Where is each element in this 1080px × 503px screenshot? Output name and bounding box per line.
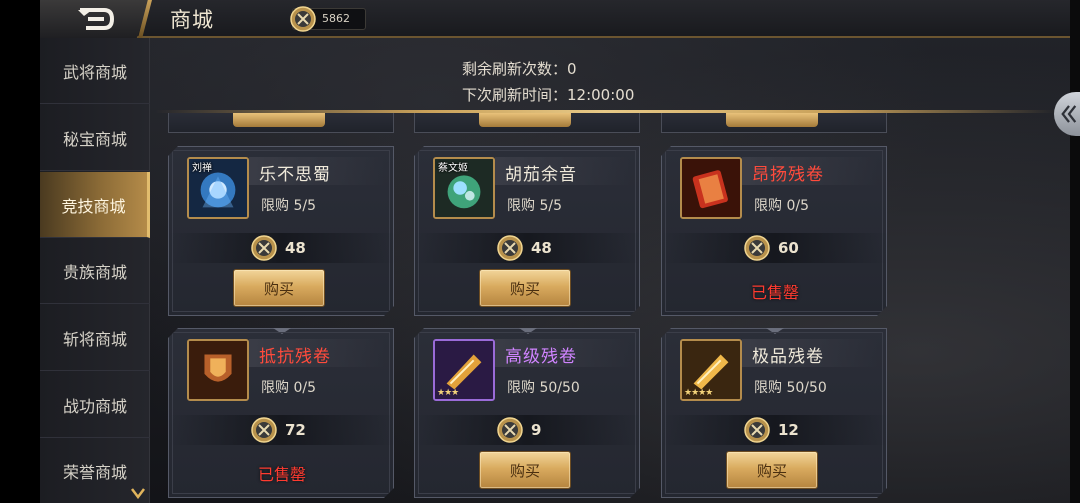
price-strip: [415, 415, 641, 445]
item-name: 高级残卷: [505, 347, 577, 367]
crossed-swords-coin-icon: [251, 417, 277, 443]
card-peek: [168, 113, 394, 133]
item-icon[interactable]: ★★★: [433, 339, 495, 401]
crossed-swords-coin-icon: [290, 6, 316, 32]
purchase-limit: 限购 0/5: [261, 380, 316, 396]
star-rating: ★★★: [437, 388, 459, 398]
price-strip: [662, 415, 888, 445]
back-button[interactable]: [40, 0, 150, 38]
purchase-limit: 限购 0/5: [754, 198, 809, 214]
item-name: 极品残卷: [752, 347, 824, 367]
sidebar-item-general-shop[interactable]: 武将商城: [40, 38, 150, 104]
red-scroll-icon: [682, 159, 740, 217]
sidebar-item-slay-shop[interactable]: 斩将商城: [40, 305, 150, 371]
sidebar-item-arena-shop[interactable]: 竞技商城: [40, 172, 150, 238]
shield-scroll-icon: [189, 341, 247, 399]
shop-item-card: 蔡文姬 胡茄余音 限购 5/5 48 购买: [414, 146, 640, 316]
refresh-next-time: 下次刷新时间：12:00:00: [462, 86, 635, 104]
item-icon[interactable]: ★★★★: [680, 339, 742, 401]
crossed-swords-coin-icon: [497, 235, 523, 261]
price-value: 48: [285, 239, 306, 257]
purchase-limit: 限购 50/50: [507, 380, 580, 396]
item-tag: 刘禅: [192, 163, 212, 174]
sidebar-item-noble-shop[interactable]: 贵族商城: [40, 238, 150, 304]
shop-item-card: ★★★ 高级残卷 限购 50/50 9 购买: [414, 328, 640, 498]
sidebar-item-label: 战功商城: [62, 396, 127, 416]
buy-button[interactable]: 购买: [233, 269, 325, 307]
item-icon[interactable]: [187, 339, 249, 401]
sidebar-item-merit-shop[interactable]: 战功商城: [40, 372, 150, 438]
buy-button-partial[interactable]: [726, 113, 818, 127]
refresh-info: 剩余刷新次数：0 下次刷新时间：12:00:00: [462, 56, 634, 108]
buy-button[interactable]: 购买: [726, 451, 818, 489]
sidebar-item-treasure-shop[interactable]: 秘宝商城: [40, 105, 150, 171]
item-tag: 蔡文姬: [438, 163, 468, 174]
back-arrow-icon: [78, 8, 115, 30]
crossed-swords-coin-icon: [251, 235, 277, 261]
shop-item-card: 抵抗残卷 限购 0/5 72 已售罄: [168, 328, 394, 498]
item-name: 昂扬残卷: [752, 165, 824, 185]
purchase-limit: 限购 5/5: [261, 198, 316, 214]
price-strip: [662, 233, 888, 263]
sidebar-item-label: 秘宝商城: [62, 129, 127, 149]
currency-value: 5862: [322, 12, 350, 25]
price-value: 60: [778, 239, 799, 257]
buy-button-partial[interactable]: [479, 113, 571, 127]
card-peek: [414, 113, 640, 133]
item-icon[interactable]: [680, 157, 742, 219]
double-chevron-left-icon: [1061, 105, 1077, 123]
purchase-limit: 限购 50/50: [754, 380, 827, 396]
page-title: 商城: [170, 8, 214, 32]
sidebar-item-label: 斩将商城: [62, 329, 127, 349]
buy-button-partial[interactable]: [233, 113, 325, 127]
sidebar-item-label: 荣誉商城: [62, 462, 127, 482]
price-value: 72: [285, 421, 306, 439]
price-value: 9: [531, 421, 542, 439]
item-name: 乐不思蜀: [259, 165, 331, 185]
card-peek: [661, 113, 887, 133]
shop-item-card: 昂扬残卷 限购 0/5 60 已售罄: [661, 146, 887, 316]
sold-out-label: 已售罄: [750, 283, 799, 302]
price-strip: [415, 233, 641, 263]
price-value: 12: [778, 421, 799, 439]
item-name: 胡茄余音: [505, 165, 577, 185]
buy-button[interactable]: 购买: [479, 269, 571, 307]
price-strip: [169, 233, 395, 263]
price-value: 48: [531, 239, 552, 257]
star-rating: ★★★★: [684, 388, 713, 398]
buy-button[interactable]: 购买: [479, 451, 571, 489]
shop-item-card: 刘禅 乐不思蜀 限购 5/5 48 购买: [168, 146, 394, 316]
crossed-swords-coin-icon: [497, 417, 523, 443]
refresh-remaining: 剩余刷新次数：0: [462, 60, 577, 78]
sidebar-item-label: 竞技商城: [61, 196, 126, 216]
crossed-swords-coin-icon: [744, 235, 770, 261]
item-name: 抵抗残卷: [259, 347, 331, 367]
price-strip: [169, 415, 395, 445]
chevron-down-icon[interactable]: [131, 487, 145, 499]
crossed-swords-coin-icon: [744, 417, 770, 443]
sidebar: 武将商城 秘宝商城 竞技商城 贵族商城 斩将商城 战功商城 荣誉商城: [40, 38, 150, 503]
sidebar-item-label: 贵族商城: [62, 262, 127, 282]
shop-item-card: ★★★★ 极品残卷 限购 50/50 12 购买: [661, 328, 887, 498]
purchase-limit: 限购 5/5: [507, 198, 562, 214]
item-icon[interactable]: 蔡文姬: [433, 157, 495, 219]
screen-edge-right: [1070, 0, 1080, 503]
sold-out-label: 已售罄: [257, 465, 306, 484]
screen-edge-left: [0, 0, 40, 503]
item-icon[interactable]: 刘禅: [187, 157, 249, 219]
sidebar-item-label: 武将商城: [62, 62, 127, 82]
